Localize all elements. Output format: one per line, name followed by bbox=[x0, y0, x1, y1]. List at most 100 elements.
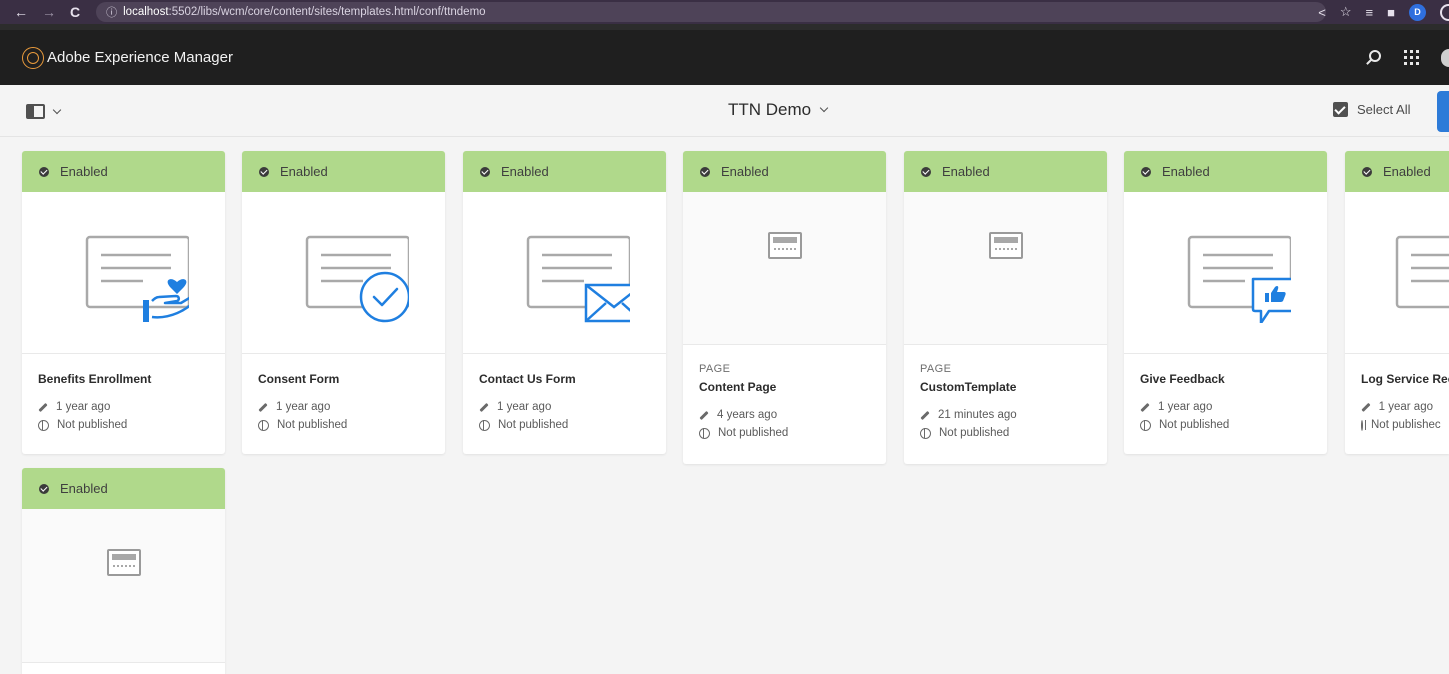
select-all-button[interactable]: Select All bbox=[1333, 102, 1410, 117]
url-path: :5502/libs/wcm/core/content/sites/templa… bbox=[168, 6, 486, 18]
card-meta: PAGE CustomTemplate 21 minutes ago Not p… bbox=[904, 345, 1107, 442]
published-label: Not published bbox=[1159, 419, 1230, 431]
bookmark-star-icon[interactable]: ☆ bbox=[1340, 4, 1352, 20]
card-title[interactable]: Give Feedback bbox=[1140, 372, 1311, 386]
check-circle-icon bbox=[480, 166, 490, 177]
check-circle-icon bbox=[921, 166, 931, 177]
template-card[interactable]: Enabled Log Service Rec 1 year ago Not p… bbox=[1345, 151, 1449, 454]
published-row: Not published bbox=[920, 424, 1091, 442]
card-type-label: PAGE bbox=[699, 363, 731, 375]
globe-icon bbox=[1361, 419, 1366, 431]
modified-row: 1 year ago bbox=[38, 398, 209, 416]
status-badge: Enabled bbox=[22, 151, 225, 192]
modified-label: 1 year ago bbox=[56, 401, 111, 413]
modified-row: 1 year ago bbox=[258, 398, 429, 416]
card-thumbnail[interactable] bbox=[1345, 192, 1449, 354]
address-bar[interactable]: ⓘ localhost:5502/libs/wcm/core/content/s… bbox=[96, 2, 1327, 22]
published-row: Not published bbox=[258, 416, 429, 434]
card-thumbnail[interactable] bbox=[463, 192, 666, 354]
modified-row: 1 year ago bbox=[479, 398, 650, 416]
modified-label: 1 year ago bbox=[276, 401, 331, 413]
modified-label: 1 year ago bbox=[497, 401, 552, 413]
template-card[interactable]: Enabled Contact Us Form 1 year ago Not p… bbox=[463, 151, 666, 454]
reading-list-icon[interactable]: ≡ bbox=[1366, 5, 1374, 20]
published-label: Not publishec bbox=[1371, 419, 1441, 431]
published-row: Not published bbox=[479, 416, 650, 434]
form-lines-icon bbox=[1395, 235, 1449, 308]
header-actions bbox=[1366, 30, 1449, 85]
url-host: localhost bbox=[123, 6, 169, 18]
app-title[interactable]: Adobe Experience Manager bbox=[47, 49, 233, 66]
browser-actions: < ☆ ≡ ■ D bbox=[1318, 0, 1449, 24]
globe-icon bbox=[479, 419, 490, 431]
status-label: Enabled bbox=[60, 481, 108, 496]
card-title[interactable]: Log Service Rec bbox=[1361, 372, 1449, 386]
status-label: Enabled bbox=[721, 164, 769, 179]
page-template-icon bbox=[106, 549, 141, 576]
profile-avatar[interactable]: D bbox=[1409, 3, 1426, 21]
checkbox-icon bbox=[1333, 102, 1348, 117]
pencil-icon bbox=[38, 402, 48, 412]
template-card[interactable]: Enabled Consent Form 1 year ago Not publ… bbox=[242, 151, 445, 454]
status-badge: Enabled bbox=[22, 468, 225, 509]
user-avatar[interactable] bbox=[1441, 48, 1449, 67]
card-thumbnail[interactable] bbox=[683, 192, 886, 345]
template-card[interactable]: Enabled Give Feedback 1 year ago Not pub… bbox=[1124, 151, 1327, 454]
card-title[interactable]: CustomTemplate bbox=[920, 380, 1091, 394]
status-badge: Enabled bbox=[904, 151, 1107, 192]
forward-icon[interactable]: → bbox=[42, 5, 56, 19]
aem-logo-icon[interactable] bbox=[22, 46, 44, 69]
status-badge: Enabled bbox=[463, 151, 666, 192]
card-thumbnail[interactable] bbox=[22, 192, 225, 354]
chevron-down-icon bbox=[819, 103, 829, 113]
template-card[interactable]: Enabled Benefits Enrollment 1 year ago N… bbox=[22, 151, 225, 454]
back-icon[interactable]: ← bbox=[14, 5, 28, 19]
template-card[interactable]: Enabled bbox=[22, 468, 225, 674]
solutions-grid-icon[interactable] bbox=[1404, 50, 1419, 65]
published-label: Not published bbox=[57, 419, 128, 431]
globe-icon bbox=[38, 419, 49, 431]
template-card[interactable]: Enabled PAGE CustomTemplate 21 minutes a… bbox=[904, 151, 1107, 464]
page-title: TTN Demo bbox=[728, 100, 812, 119]
reload-icon[interactable]: C bbox=[70, 5, 80, 19]
published-row: Not publishec bbox=[1361, 416, 1441, 434]
form-check-circle-icon bbox=[305, 235, 409, 322]
rail-toggle-button[interactable] bbox=[26, 104, 62, 119]
card-thumbnail[interactable] bbox=[904, 192, 1107, 345]
card-thumbnail[interactable] bbox=[1124, 192, 1327, 354]
status-badge: Enabled bbox=[1345, 151, 1449, 192]
folder-title-dropdown[interactable]: TTN Demo bbox=[728, 100, 829, 120]
card-meta: Benefits Enrollment 1 year ago Not publi… bbox=[22, 354, 225, 434]
page-template-icon bbox=[767, 232, 802, 259]
modified-row: 1 year ago bbox=[1361, 398, 1433, 416]
browser-nav: ← → C bbox=[0, 5, 80, 19]
modified-label: 1 year ago bbox=[1158, 401, 1213, 413]
card-thumbnail[interactable] bbox=[22, 509, 225, 663]
globe-icon bbox=[258, 419, 269, 431]
share-icon[interactable]: < bbox=[1318, 5, 1326, 20]
card-title[interactable]: Content Page bbox=[699, 380, 870, 394]
template-card[interactable]: Enabled PAGE Content Page 4 years ago No… bbox=[683, 151, 886, 464]
modified-row: 1 year ago bbox=[1140, 398, 1311, 416]
card-meta: Give Feedback 1 year ago Not published bbox=[1124, 354, 1327, 434]
card-title[interactable]: Contact Us Form bbox=[479, 372, 650, 386]
card-meta: Consent Form 1 year ago Not published bbox=[242, 354, 445, 434]
select-all-label: Select All bbox=[1357, 102, 1411, 117]
status-badge: Enabled bbox=[683, 151, 886, 192]
pencil-icon bbox=[1140, 402, 1150, 412]
modified-label: 4 years ago bbox=[717, 409, 778, 421]
menu-icon[interactable] bbox=[1440, 3, 1449, 21]
modified-row: 21 minutes ago bbox=[920, 406, 1091, 424]
card-title[interactable]: Benefits Enrollment bbox=[38, 372, 209, 386]
form-envelope-icon bbox=[526, 235, 630, 322]
published-label: Not published bbox=[498, 419, 569, 431]
create-button[interactable] bbox=[1437, 91, 1449, 132]
card-title[interactable]: Consent Form bbox=[258, 372, 429, 386]
search-icon[interactable] bbox=[1366, 49, 1382, 66]
side-panel-icon[interactable]: ■ bbox=[1387, 5, 1395, 20]
status-label: Enabled bbox=[280, 164, 328, 179]
card-thumbnail[interactable] bbox=[242, 192, 445, 354]
globe-icon bbox=[920, 427, 931, 439]
side-rail-icon bbox=[26, 104, 45, 119]
site-info-icon[interactable]: ⓘ bbox=[106, 4, 117, 20]
